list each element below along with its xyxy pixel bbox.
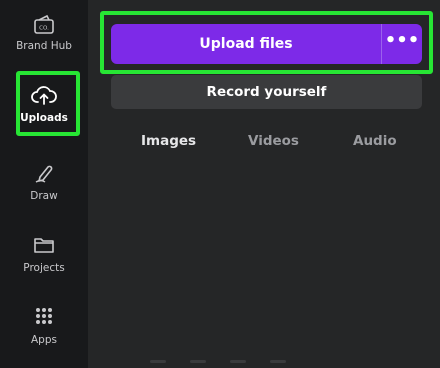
more-options-button[interactable]: ••• — [382, 24, 422, 64]
svg-text:CO.: CO. — [39, 26, 49, 32]
sidebar-item-draw[interactable]: Draw — [0, 150, 88, 220]
loading-placeholder — [150, 360, 286, 363]
sidebar-item-label: Brand Hub — [16, 40, 72, 52]
sidebar-item-label: Draw — [30, 190, 58, 202]
sidebar-item-label: Projects — [23, 262, 65, 274]
uploads-highlight-box — [16, 71, 80, 136]
side-rail: CO. Brand Hub Uploads Draw Projects Apps — [0, 0, 88, 368]
sidebar-item-apps[interactable]: Apps — [0, 294, 88, 364]
sidebar-item-brand-hub[interactable]: CO. Brand Hub — [0, 0, 88, 70]
tab-audio[interactable]: Audio — [353, 133, 397, 149]
folder-icon — [0, 234, 88, 258]
sidebar-item-label: Apps — [31, 334, 57, 346]
brand-hub-icon: CO. — [0, 14, 88, 38]
sidebar-item-projects[interactable]: Projects — [0, 222, 88, 292]
tab-images[interactable]: Images — [141, 133, 196, 149]
tab-videos[interactable]: Videos — [248, 133, 299, 149]
apps-grid-icon — [0, 306, 88, 330]
draw-pen-icon — [0, 162, 88, 186]
record-yourself-button[interactable]: Record yourself — [111, 75, 422, 109]
upload-files-button[interactable]: Upload files — [111, 24, 381, 64]
